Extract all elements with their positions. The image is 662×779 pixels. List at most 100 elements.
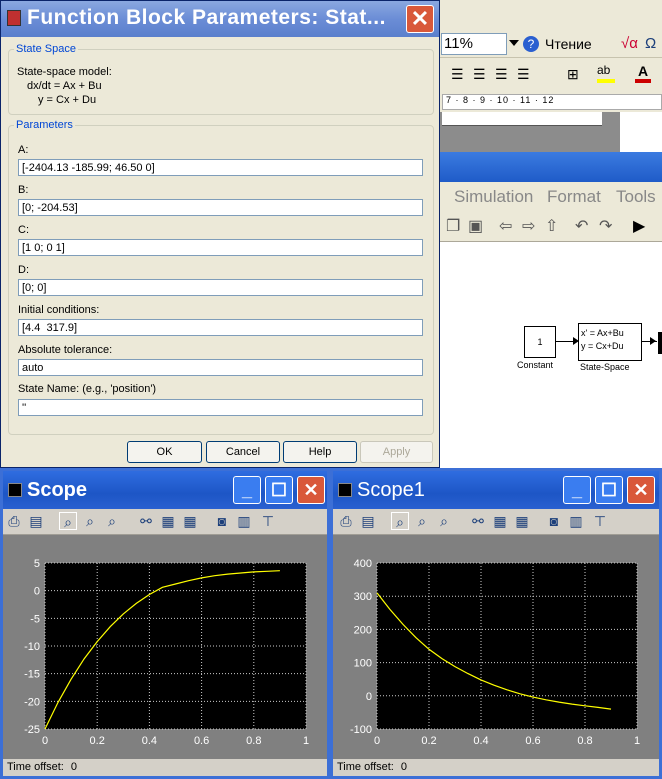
word-toolbar-format: ☰ ☰ ☰ ☰ ⊞ ab A (437, 60, 662, 90)
back-icon[interactable]: ⇦ (499, 216, 512, 236)
formula-icon[interactable]: √α (621, 35, 638, 52)
restore-axes-icon[interactable]: ▦ (181, 512, 199, 530)
increase-indent-icon[interactable]: ☰ (517, 66, 530, 83)
zoom-x-icon[interactable]: ⌕ (413, 512, 431, 530)
close-button[interactable]: ✕ (406, 5, 434, 33)
autoscale-icon[interactable]: ⚯ (137, 512, 155, 530)
close-button[interactable]: ✕ (297, 476, 325, 504)
print-icon[interactable]: ⎙ (5, 512, 23, 530)
borders-icon[interactable]: ⊞ (567, 66, 579, 83)
time-offset-label: Time offset: (7, 761, 64, 773)
apply-button[interactable]: Apply (360, 441, 433, 463)
parameters-group-label: Parameters (16, 119, 73, 131)
menu-format[interactable]: Format (547, 187, 601, 207)
scope-toolbar: ⎙ ▤ ⌕ ⌕ ⌕ ⚯ ▦ ▦ ◙ ▥ ⊤ (333, 509, 659, 535)
reading-mode-button[interactable]: Чтение (545, 36, 592, 52)
lock-axes-icon[interactable]: ▥ (567, 512, 585, 530)
document-page (442, 112, 602, 126)
text-format-icon[interactable]: Ω (645, 35, 656, 52)
x-tick-label: 0.4 (142, 735, 157, 747)
y-tick-label: 0 (34, 586, 40, 598)
cancel-button[interactable]: Cancel (206, 441, 280, 463)
state-name-input[interactable] (18, 399, 423, 416)
play-icon[interactable]: ▶ (633, 216, 645, 236)
x-tick-label: 0 (374, 735, 380, 747)
close-button[interactable]: ✕ (627, 476, 655, 504)
floating-scope-icon[interactable]: ◙ (213, 512, 231, 530)
minimize-button[interactable]: _ (233, 476, 261, 504)
param-c-input[interactable] (18, 239, 423, 256)
highlight-icon[interactable]: ab (597, 63, 615, 83)
zoom-y-icon[interactable]: ⌕ (435, 512, 453, 530)
param-a-input[interactable] (18, 159, 423, 176)
scope-titlebar[interactable]: Scope1 _ ☐ ✕ (333, 471, 659, 509)
zoom-icon[interactable]: ⌕ (391, 512, 409, 530)
up-icon[interactable]: ⇧ (545, 216, 558, 236)
save-axes-icon[interactable]: ▦ (491, 512, 509, 530)
plot-background (377, 563, 637, 729)
redo-icon[interactable]: ↷ (599, 216, 612, 236)
signal-selection-icon[interactable]: ⊤ (259, 512, 277, 530)
print-icon[interactable]: ⎙ (337, 512, 355, 530)
absolute-tolerance-input[interactable] (18, 359, 423, 376)
y-tick-label: 300 (354, 591, 372, 603)
y-tick-label: -5 (30, 613, 40, 625)
state-name-label: State Name: (e.g., 'position') (18, 383, 157, 395)
copy-icon[interactable]: ❐ (446, 216, 460, 236)
zoom-x-icon[interactable]: ⌕ (81, 512, 99, 530)
state-space-block[interactable]: x' = Ax+Bu y = Cx+Du (578, 323, 642, 361)
zoom-y-icon[interactable]: ⌕ (103, 512, 121, 530)
simulink-menubar: Simulation Format Tools (437, 182, 662, 212)
y-tick-label: 400 (354, 558, 372, 570)
ok-button[interactable]: OK (127, 441, 202, 463)
initial-conditions-input[interactable] (18, 319, 423, 336)
x-tick-label: 0.2 (421, 735, 436, 747)
autoscale-icon[interactable]: ⚯ (469, 512, 487, 530)
parameters-icon[interactable]: ▤ (27, 512, 45, 530)
forward-icon[interactable]: ⇨ (522, 216, 535, 236)
param-c-label: C: (18, 224, 29, 236)
paste-icon[interactable]: ▣ (468, 216, 483, 236)
help-button[interactable]: Help (283, 441, 357, 463)
matlab-icon (338, 483, 352, 497)
param-b-label: B: (18, 184, 29, 196)
signal-selection-icon[interactable]: ⊤ (591, 512, 609, 530)
description-line: dx/dt = Ax + Bu (27, 80, 102, 92)
chevron-down-icon[interactable] (509, 40, 519, 46)
bulleted-list-icon[interactable]: ☰ (473, 66, 486, 83)
floating-scope-icon[interactable]: ◙ (545, 512, 563, 530)
param-d-input[interactable] (18, 279, 423, 296)
parameters-icon[interactable]: ▤ (359, 512, 377, 530)
minimize-button[interactable]: _ (563, 476, 591, 504)
x-tick-label: 1 (303, 735, 309, 747)
help-icon[interactable]: ? (523, 36, 539, 52)
param-b-input[interactable] (18, 199, 423, 216)
constant-block[interactable]: 1 (524, 326, 556, 358)
lock-axes-icon[interactable]: ▥ (235, 512, 253, 530)
constant-block-label: Constant (517, 360, 554, 370)
scope-titlebar[interactable]: Scope _ ☐ ✕ (3, 471, 327, 509)
maximize-button[interactable]: ☐ (595, 476, 623, 504)
menu-tools[interactable]: Tools (616, 187, 656, 207)
param-a-label: A: (18, 144, 29, 156)
undo-icon[interactable]: ↶ (575, 216, 588, 236)
description-line: y = Cx + Du (38, 94, 97, 106)
maximize-button[interactable]: ☐ (265, 476, 293, 504)
x-tick-label: 0.4 (473, 735, 488, 747)
scope-title: Scope (27, 479, 88, 501)
time-offset-value: 0 (70, 761, 78, 773)
numbered-list-icon[interactable]: ☰ (451, 66, 464, 83)
zoom-combobox[interactable]: 11% (441, 33, 507, 55)
restore-axes-icon[interactable]: ▦ (513, 512, 531, 530)
zoom-icon[interactable]: ⌕ (59, 512, 77, 530)
dialog-titlebar[interactable]: Function Block Parameters: Stat... ✕ (1, 1, 439, 37)
demux-block[interactable] (658, 332, 662, 354)
scope-chart: 0 0.2 0.4 0.6 0.8 1 5 0 -5 -10 -15 -20 -25 (24, 558, 309, 747)
save-axes-icon[interactable]: ▦ (159, 512, 177, 530)
font-color-icon[interactable]: A (635, 63, 651, 83)
scope-toolbar: ⎙ ▤ ⌕ ⌕ ⌕ ⚯ ▦ ▦ ◙ ▥ ⊤ (3, 509, 327, 535)
function-block-parameters-dialog: Function Block Parameters: Stat... ✕ Sta… (0, 0, 440, 468)
menu-simulation[interactable]: Simulation (454, 187, 533, 207)
decrease-indent-icon[interactable]: ☰ (495, 66, 508, 83)
time-offset: Time offset: 0 (337, 761, 407, 773)
